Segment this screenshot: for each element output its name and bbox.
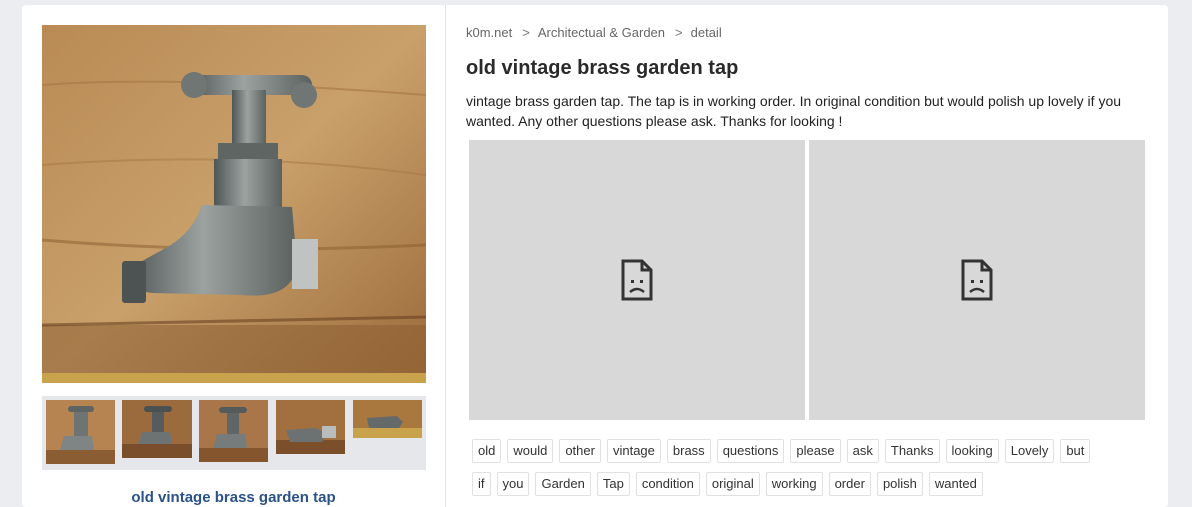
tag-list: old would other vintage brass questions please… xyxy=(472,439,1162,505)
thumbnail-4[interactable] xyxy=(276,400,345,454)
tag[interactable]: would xyxy=(507,439,554,463)
tag[interactable]: condition xyxy=(635,472,700,496)
tag[interactable]: Lovely xyxy=(1004,439,1055,463)
tag-row-2: if you Garden Tap condition original working or… xyxy=(472,472,1162,505)
tag[interactable]: polish xyxy=(876,472,923,496)
breadcrumb: k0m.net > Architectual & Garden > detail xyxy=(466,25,722,40)
tag[interactable]: wanted xyxy=(928,472,983,496)
thumbnail-strip xyxy=(42,396,426,470)
embedded-frame-left xyxy=(469,140,805,420)
main-product-photo[interactable] xyxy=(42,25,426,383)
tag[interactable]: vintage xyxy=(606,439,661,463)
tag[interactable]: please xyxy=(790,439,841,463)
tag[interactable]: Thanks xyxy=(884,439,940,463)
gallery-panel: old vintage brass garden tap xyxy=(22,5,446,507)
product-caption-link[interactable]: old vintage brass garden tap xyxy=(22,489,445,506)
tag[interactable]: other xyxy=(559,439,601,463)
tag[interactable]: but xyxy=(1060,439,1091,463)
tag[interactable]: questions xyxy=(716,439,785,463)
thumbnail-3[interactable] xyxy=(199,400,268,462)
tag[interactable]: Garden xyxy=(535,472,591,496)
breadcrumb-home-link[interactable]: k0m.net xyxy=(466,25,512,40)
tag[interactable]: if xyxy=(472,472,491,496)
tag[interactable]: brass xyxy=(666,439,711,463)
breadcrumb-current: detail xyxy=(690,25,722,40)
page-title: old vintage brass garden tap xyxy=(466,57,739,79)
product-description: vintage brass garden tap. The tap is in … xyxy=(466,93,1122,129)
sad-document-icon xyxy=(621,259,653,301)
breadcrumb-category-link[interactable]: Architectual & Garden xyxy=(538,25,665,40)
brass-tap-photo xyxy=(42,25,426,383)
embedded-frame-right xyxy=(809,140,1145,420)
tag[interactable]: you xyxy=(496,472,530,496)
tag[interactable]: Tap xyxy=(596,472,630,496)
tag-row-1: old would other vintage brass questions please… xyxy=(472,439,1162,472)
sad-document-icon xyxy=(961,259,993,301)
thumbnail-2[interactable] xyxy=(122,400,192,458)
tag[interactable]: working xyxy=(765,472,823,496)
tag[interactable]: original xyxy=(705,472,760,496)
tag[interactable]: old xyxy=(472,439,502,463)
breadcrumb-separator: > xyxy=(522,25,530,40)
tag[interactable]: ask xyxy=(846,439,879,463)
tag[interactable]: looking xyxy=(945,439,999,463)
product-card: old vintage brass garden tap k0m.net > Arc… xyxy=(22,5,1168,507)
breadcrumb-separator: > xyxy=(675,25,683,40)
detail-panel: k0m.net > Architectual & Garden > detail old… xyxy=(466,5,1166,507)
tag[interactable]: order xyxy=(828,472,871,496)
thumbnail-5[interactable] xyxy=(353,400,422,438)
thumbnail-1[interactable] xyxy=(46,400,115,464)
